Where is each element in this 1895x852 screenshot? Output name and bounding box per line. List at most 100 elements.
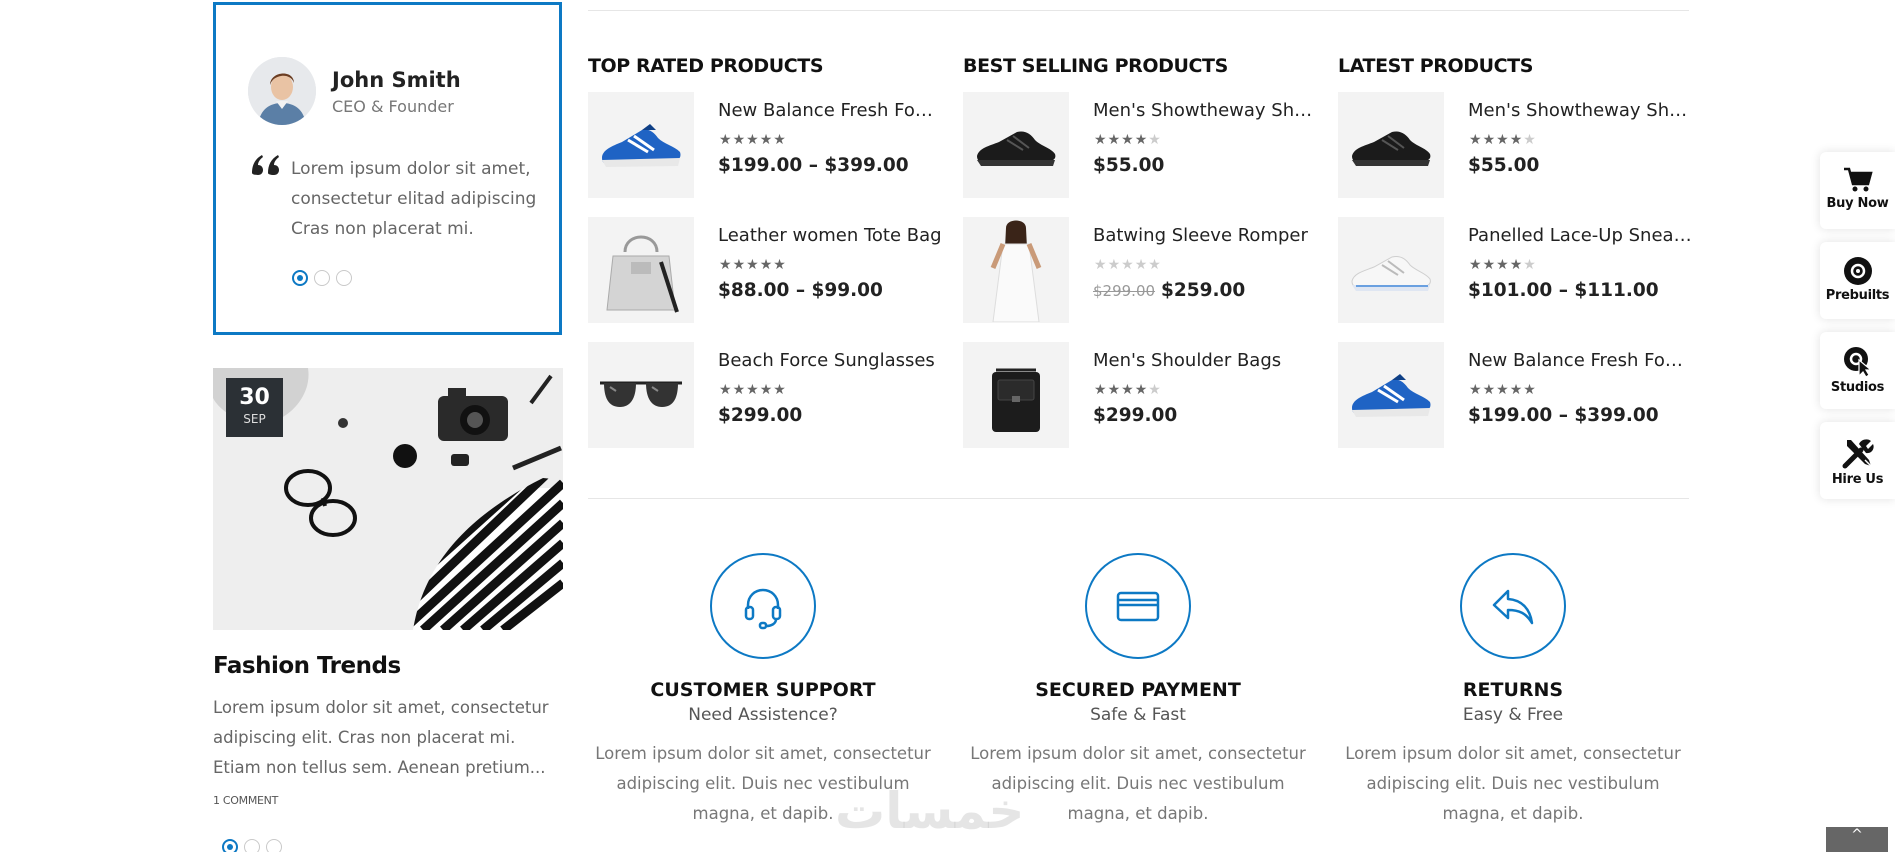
black-sneaker-icon[interactable]: [963, 92, 1069, 198]
product-price: $199.00 – $399.00: [1468, 405, 1659, 426]
product-item[interactable]: Men's Showtheway Shoes ★★★★★ $55.00: [1338, 92, 1698, 217]
feature-subtitle: Need Assistence?: [688, 705, 838, 725]
buy-now-button[interactable]: Buy Now: [1820, 152, 1895, 229]
product-item[interactable]: Panelled Lace-Up Sneakers ★★★★★ $101.00 – …: [1338, 217, 1698, 342]
avatar: [248, 57, 316, 125]
current-price: $88.00 – $99.00: [718, 280, 883, 301]
shoulder-bag-icon[interactable]: [963, 342, 1069, 448]
tools-icon: [1842, 439, 1874, 469]
feature-title: SECURED PAYMENT: [1035, 679, 1241, 701]
rating-stars: ★★★★★: [719, 382, 787, 398]
product-name[interactable]: Men's Showtheway Shoes: [1468, 100, 1693, 121]
pagination-dot[interactable]: [336, 270, 352, 286]
feature-returns: RETURNS Easy & Free Lorem ipsum dolor si…: [1338, 553, 1688, 829]
product-name[interactable]: Beach Force Sunglasses: [718, 350, 943, 371]
testimonial-card: John Smith CEO & Founder Lorem ipsum dol…: [213, 2, 562, 335]
blog-image[interactable]: 30 SEP: [213, 368, 563, 630]
pagination-dot[interactable]: [266, 839, 282, 852]
rating-stars: ★★★★★: [1469, 382, 1537, 398]
white-sneaker-icon[interactable]: [1338, 217, 1444, 323]
column-title: LATEST PRODUCTS: [1338, 55, 1534, 77]
hire-us-button[interactable]: Hire Us: [1820, 422, 1895, 499]
pagination-dot[interactable]: [222, 839, 238, 852]
credit-card-icon: [1085, 553, 1191, 659]
product-item[interactable]: Men's Showtheway Shoes ★★★★★ $55.00: [963, 92, 1323, 217]
current-price: $299.00: [1093, 405, 1178, 426]
testimonial-pagination: [292, 270, 352, 286]
reply-arrow-icon: [1460, 553, 1566, 659]
prebuilts-button[interactable]: Prebuilts: [1820, 242, 1895, 319]
blue-sneaker-icon[interactable]: [588, 92, 694, 198]
product-name[interactable]: Batwing Sleeve Romper: [1093, 225, 1318, 246]
pagination-dot[interactable]: [292, 270, 308, 286]
product-item[interactable]: New Balance Fresh Foam... ★★★★★ $199.00 – …: [1338, 342, 1698, 467]
blog-pagination: [222, 839, 282, 852]
product-name[interactable]: Leather women Tote Bag: [718, 225, 943, 246]
dress-model-icon[interactable]: [963, 217, 1069, 323]
current-price: $199.00 – $399.00: [1468, 405, 1659, 426]
rating-stars: ★★★★★: [1469, 132, 1537, 148]
product-name[interactable]: New Balance Fresh Foam...: [718, 100, 943, 121]
current-price: $199.00 – $399.00: [718, 155, 909, 176]
current-price: $55.00: [1468, 155, 1540, 176]
product-name[interactable]: New Balance Fresh Foam...: [1468, 350, 1693, 371]
product-item[interactable]: Leather women Tote Bag ★★★★★ $88.00 – $99.…: [588, 217, 948, 342]
rating-stars: ★★★★★: [1469, 257, 1537, 273]
feature-subtitle: Easy & Free: [1462, 705, 1564, 725]
current-price: $259.00: [1161, 280, 1246, 301]
product-name[interactable]: Men's Showtheway Shoes: [1093, 100, 1318, 121]
product-name[interactable]: Panelled Lace-Up Sneakers: [1468, 225, 1693, 246]
product-column: LATEST PRODUCTS Men's Showtheway Shoes ★★★…: [1338, 55, 1698, 467]
watermark: خمسات: [835, 782, 1025, 840]
feature-text: Lorem ipsum dolor sit amet, consectetur …: [1345, 744, 1681, 823]
divider: [588, 498, 1689, 499]
testimonial-text: Lorem ipsum dolor sit amet, consectetur …: [291, 159, 537, 239]
quote-icon: [250, 151, 282, 177]
product-price: $299.00: [718, 405, 802, 426]
scroll-to-top-button[interactable]: ^: [1826, 827, 1888, 852]
product-price: $101.00 – $111.00: [1468, 280, 1659, 301]
product-price: $55.00: [1093, 155, 1164, 176]
feature-title: RETURNS: [1462, 679, 1564, 701]
date-month: SEP: [243, 412, 266, 426]
blog-comments-link[interactable]: 1 COMMENT: [213, 794, 278, 807]
rating-stars: ★★★★★: [1094, 132, 1162, 148]
product-item[interactable]: Batwing Sleeve Romper ★★★★★ $299.00 $259.00: [963, 217, 1323, 342]
rating-stars: ★★★★★: [1094, 382, 1162, 398]
rating-stars: ★★★★★: [719, 132, 787, 148]
product-column: BEST SELLING PRODUCTS Men's Showtheway Sh…: [963, 55, 1323, 467]
old-price: $299.00: [1093, 282, 1156, 300]
studios-button[interactable]: Studios: [1820, 332, 1895, 409]
product-item[interactable]: Men's Shoulder Bags ★★★★★ $299.00: [963, 342, 1323, 467]
product-name[interactable]: Men's Shoulder Bags: [1093, 350, 1318, 371]
current-price: $101.00 – $111.00: [1468, 280, 1659, 301]
current-price: $299.00: [718, 405, 803, 426]
blog-excerpt: Lorem ipsum dolor sit amet, consectetur …: [213, 698, 549, 777]
disc-icon: [1843, 257, 1872, 285]
rating-stars: ★★★★★: [1094, 257, 1162, 273]
tote-bag-icon[interactable]: [588, 217, 694, 323]
testimonial-name: John Smith: [332, 68, 461, 92]
pointer-icon: [1843, 347, 1873, 378]
sunglasses-icon[interactable]: [588, 342, 694, 448]
current-price: $55.00: [1093, 155, 1165, 176]
testimonial-role: CEO & Founder: [332, 97, 454, 116]
date-badge: 30 SEP: [226, 378, 283, 437]
side-label: Studios: [1830, 380, 1885, 395]
product-item[interactable]: New Balance Fresh Foam... ★★★★★ $199.00 – …: [588, 92, 948, 217]
blog-title[interactable]: Fashion Trends: [213, 653, 401, 679]
side-label: Prebuilts: [1825, 288, 1890, 303]
rating-stars: ★★★★★: [719, 257, 787, 273]
product-price: $199.00 – $399.00: [718, 155, 909, 176]
product-price: $88.00 – $99.00: [718, 280, 883, 301]
headset-icon: [710, 553, 816, 659]
pagination-dot[interactable]: [244, 839, 260, 852]
black-sneaker-icon[interactable]: [1338, 92, 1444, 198]
pagination-dot[interactable]: [314, 270, 330, 286]
product-column: TOP RATED PRODUCTS New Balance Fresh Foam…: [588, 55, 948, 467]
blue-sneaker-icon[interactable]: [1338, 342, 1444, 448]
product-price: $299.00: [1093, 405, 1177, 426]
date-day: 30: [239, 385, 270, 410]
side-label: Buy Now: [1826, 196, 1889, 211]
product-item[interactable]: Beach Force Sunglasses ★★★★★ $299.00: [588, 342, 948, 467]
